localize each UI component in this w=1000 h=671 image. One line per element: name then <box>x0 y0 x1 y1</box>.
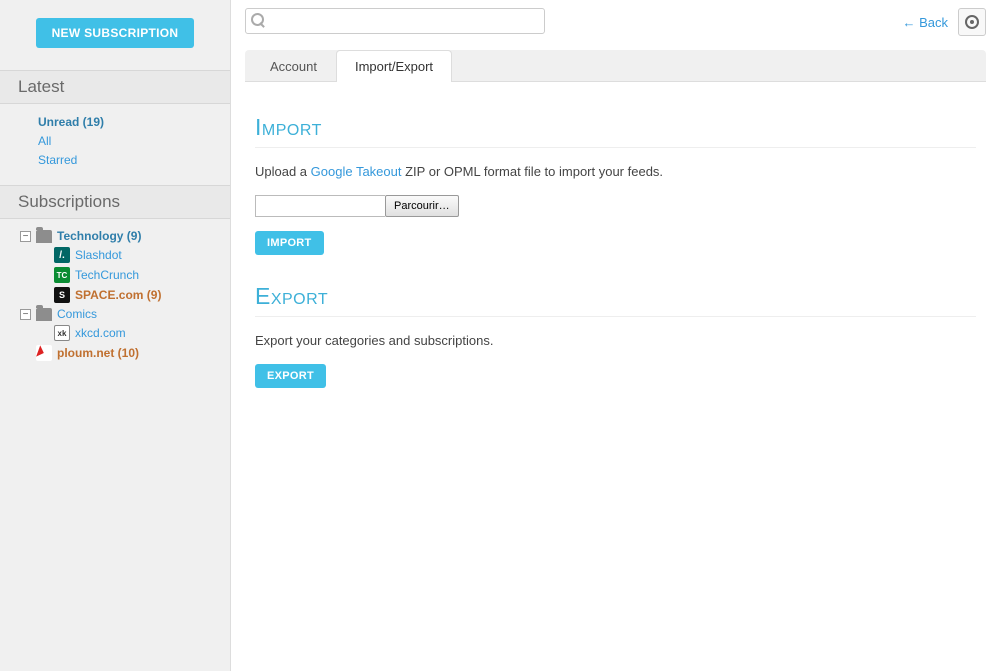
latest-list: Unread (19) All Starred <box>0 114 230 185</box>
latest-all[interactable]: All <box>38 134 51 148</box>
browse-button[interactable]: Parcourir… <box>385 195 459 217</box>
import-description: Upload a Google Takeout ZIP or OPML form… <box>255 164 976 179</box>
export-heading: Export <box>255 283 976 317</box>
latest-header: Latest <box>0 70 230 104</box>
search-input[interactable] <box>245 8 545 34</box>
file-path-input[interactable] <box>255 195 385 217</box>
tabs: Account Import/Export <box>245 50 986 82</box>
import-desc-post: ZIP or OPML format file to import your f… <box>402 164 664 179</box>
google-takeout-link[interactable]: Google Takeout <box>311 164 402 179</box>
feed-space[interactable]: SPACE.com (9) <box>75 288 161 302</box>
feed-slashdot[interactable]: Slashdot <box>75 248 122 262</box>
import-heading: Import <box>255 114 976 148</box>
import-button[interactable]: Import <box>255 231 324 255</box>
new-subscription-button[interactable]: New Subscription <box>36 18 195 48</box>
folder-technology[interactable]: Technology (9) <box>57 229 141 243</box>
favicon-xkcd: xk <box>54 325 70 341</box>
subscriptions-header: Subscriptions <box>0 185 230 219</box>
feed-techcrunch[interactable]: TechCrunch <box>75 268 139 282</box>
feed-ploum[interactable]: ploum.net (10) <box>57 346 139 360</box>
latest-starred[interactable]: Starred <box>38 153 77 167</box>
gear-icon <box>964 14 980 30</box>
favicon-techcrunch: TC <box>54 267 70 283</box>
folder-comics[interactable]: Comics <box>57 307 97 321</box>
subscription-tree: − Technology (9) /. Slashdot TC TechCrun… <box>0 229 230 361</box>
export-button[interactable]: Export <box>255 364 326 388</box>
favicon-space: S <box>54 287 70 303</box>
favicon-slashdot: /. <box>54 247 70 263</box>
search-wrap <box>245 8 545 34</box>
feed-xkcd[interactable]: xkcd.com <box>75 326 126 340</box>
favicon-ploum <box>36 345 52 361</box>
settings-button[interactable] <box>958 8 986 36</box>
tab-import-export[interactable]: Import/Export <box>336 50 452 82</box>
folder-icon <box>36 308 52 321</box>
latest-unread[interactable]: Unread (19) <box>38 115 104 129</box>
folder-icon <box>36 230 52 243</box>
back-link[interactable]: ← Back <box>902 15 948 30</box>
export-description: Export your categories and subscriptions… <box>255 333 976 348</box>
sidebar: New Subscription Latest Unread (19) All … <box>0 0 231 671</box>
search-icon <box>251 13 265 27</box>
expand-technology[interactable]: − <box>20 231 31 242</box>
import-desc-pre: Upload a <box>255 164 311 179</box>
expand-comics[interactable]: − <box>20 309 31 320</box>
tab-account[interactable]: Account <box>251 50 336 82</box>
main: ← Back Account Import/Export Import Uplo… <box>231 0 1000 671</box>
